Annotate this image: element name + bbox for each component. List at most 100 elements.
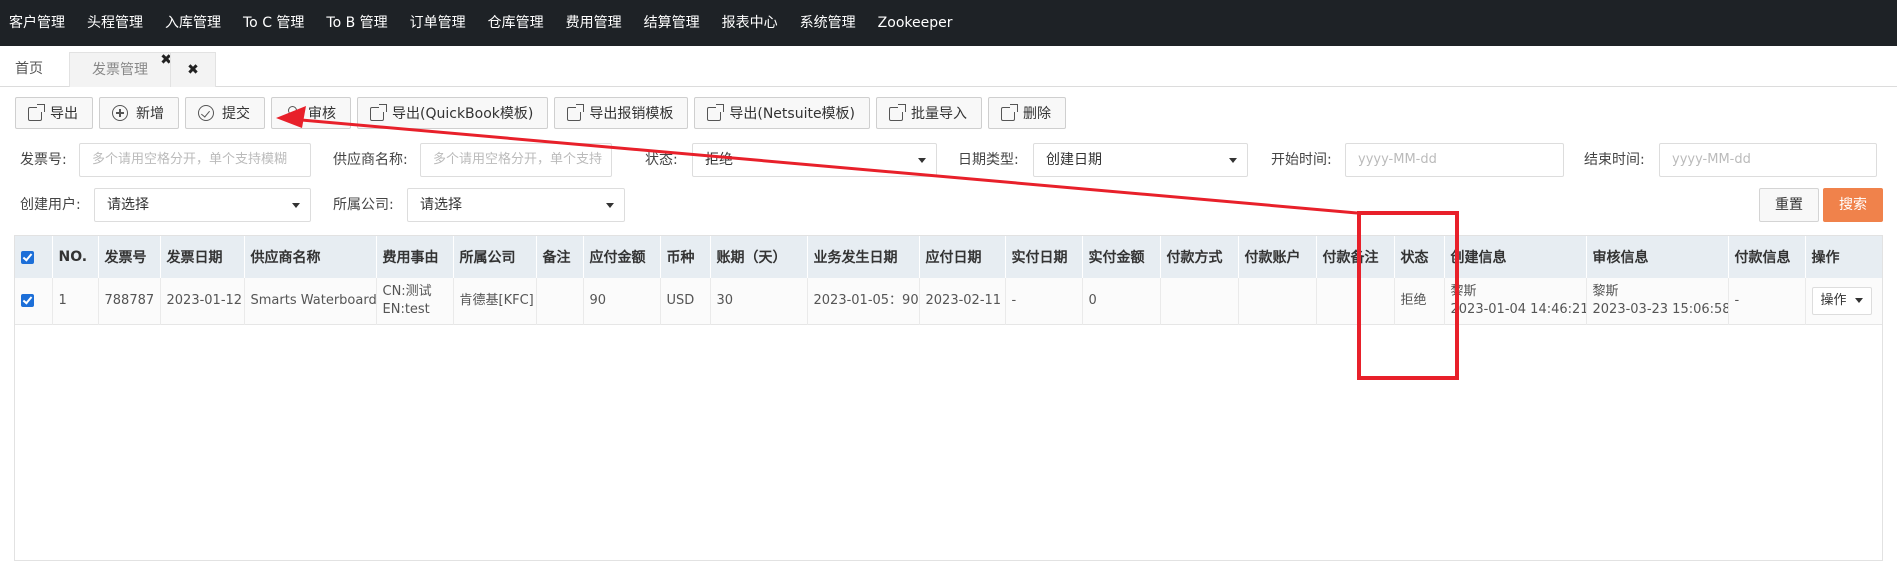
creator-label: 创建用户:	[20, 197, 81, 213]
date-type-label: 日期类型:	[958, 152, 1019, 168]
export-reimburse-label: 导出报销模板	[589, 106, 674, 122]
cell-biz-date: 2023-01-05：90	[807, 278, 920, 324]
cell-payable: 90	[583, 278, 661, 324]
supplier-label: 供应商名称:	[333, 152, 408, 168]
col-header: 付款账户	[1238, 236, 1317, 278]
cell-status: 拒绝	[1394, 278, 1445, 324]
col-header: 付款信息	[1728, 236, 1806, 278]
nav-zookeeper[interactable]: Zookeeper	[868, 0, 965, 46]
submit-button[interactable]: 提交	[185, 97, 265, 129]
col-header: 操作	[1805, 236, 1882, 278]
company-select[interactable]: 请选择	[407, 188, 625, 222]
start-time-input[interactable]: yyyy-MM-dd	[1345, 143, 1564, 177]
cell-pay-remark	[1316, 278, 1395, 324]
close-all-tabs-icon[interactable]: ✖	[170, 52, 216, 87]
cell-invoice-no: 788787	[98, 278, 161, 324]
cell-no: 1	[52, 278, 99, 324]
tab-invoice-management[interactable]: 发票管理 ✖	[69, 52, 172, 87]
status-select[interactable]: 拒绝	[692, 143, 937, 177]
chevron-down-icon	[1229, 158, 1237, 163]
select-all-checkbox[interactable]	[15, 236, 53, 278]
cell-pay-info: -	[1728, 278, 1806, 324]
col-header: 发票号	[98, 236, 161, 278]
cell-company: 肯德基[KFC]	[453, 278, 537, 324]
status-label: 状态:	[645, 152, 678, 168]
chevron-down-icon	[1854, 297, 1863, 303]
chevron-down-icon	[292, 203, 300, 208]
export-reimburse-button[interactable]: 导出报销模板	[554, 97, 689, 129]
col-header: 账期（天）	[710, 236, 808, 278]
cell-remark	[536, 278, 584, 324]
nav-fees[interactable]: 费用管理	[556, 0, 634, 46]
nav-orders[interactable]: 订单管理	[400, 0, 478, 46]
col-header: 币种	[660, 236, 711, 278]
export-quickbook-button[interactable]: 导出(QuickBook模板)	[357, 97, 549, 129]
nav-inbound[interactable]: 入库管理	[155, 0, 233, 46]
audit-button[interactable]: 审核	[271, 97, 351, 129]
audit-time: 2023-03-23 15:06:58	[1592, 301, 1728, 317]
tab-bar: 首页 发票管理 ✖ ✖	[0, 46, 1897, 87]
end-time-label: 结束时间:	[1584, 152, 1645, 168]
add-label: 新增	[136, 106, 164, 122]
date-type-select[interactable]: 创建日期	[1033, 143, 1248, 177]
nav-tob[interactable]: To B 管理	[316, 0, 399, 46]
cell-creator-info: 黎斯 2023-01-04 14:46:21	[1444, 278, 1587, 324]
col-header: 创建信息	[1444, 236, 1587, 278]
cell-pay-account	[1238, 278, 1317, 324]
col-header: 应付金额	[583, 236, 661, 278]
export-label: 导出	[50, 106, 78, 122]
tab-home[interactable]: 首页	[15, 52, 43, 86]
col-header: 状态	[1394, 236, 1445, 278]
delete-button[interactable]: 删除	[988, 97, 1067, 129]
company-label: 所属公司:	[333, 197, 394, 213]
delete-label: 删除	[1023, 106, 1052, 122]
toolbar: 导出 新增 提交 审核 导出(QuickBook模板) 导出报销模板 导出(Ne…	[15, 97, 1067, 131]
export-netsuite-button[interactable]: 导出(Netsuite模板)	[694, 97, 871, 129]
import-icon	[889, 103, 907, 121]
col-header: 付款方式	[1160, 236, 1239, 278]
supplier-input[interactable]: 多个请用空格分开，单个支持	[420, 143, 612, 177]
company-select-value: 请选择	[420, 197, 462, 213]
reason-en: EN:test	[382, 301, 430, 317]
nav-reports[interactable]: 报表中心	[712, 0, 790, 46]
row-checkbox[interactable]	[15, 278, 53, 324]
cell-due-date: 2023-02-11	[919, 278, 1006, 324]
invoice-no-label: 发票号:	[20, 152, 67, 168]
nav-first-leg[interactable]: 头程管理	[77, 0, 155, 46]
audit-label: 审核	[308, 106, 336, 122]
nav-toc[interactable]: To C 管理	[233, 0, 316, 46]
batch-import-button[interactable]: 批量导入	[876, 97, 983, 129]
col-header: 业务发生日期	[807, 236, 920, 278]
checkbox-checked-icon	[21, 293, 34, 307]
invoice-no-input[interactable]: 多个请用空格分开，单个支持模糊	[79, 143, 311, 177]
submit-label: 提交	[222, 106, 250, 122]
table-row[interactable]: 1 788787 2023-01-12 Smarts Waterboard CN…	[15, 278, 1882, 324]
cell-paid-date: -	[1005, 278, 1083, 324]
export-icon	[567, 103, 585, 121]
export-button[interactable]: 导出	[15, 97, 93, 129]
add-button[interactable]: 新增	[99, 97, 179, 129]
end-time-input[interactable]: yyyy-MM-dd	[1659, 143, 1877, 177]
reset-button[interactable]: 重置	[1759, 188, 1819, 222]
nav-customer[interactable]: 客户管理	[0, 0, 77, 46]
nav-warehouse[interactable]: 仓库管理	[478, 0, 556, 46]
col-header: 审核信息	[1586, 236, 1729, 278]
export-icon	[707, 103, 725, 121]
table-header-row: NO. 发票号 发票日期 供应商名称 费用事由 所属公司 备注 应付金额 币种 …	[15, 236, 1882, 278]
cell-audit-info: 黎斯 2023-03-23 15:06:58	[1586, 278, 1729, 324]
cell-action: 操作	[1805, 278, 1882, 324]
export-icon	[370, 103, 387, 121]
cell-term: 30	[710, 278, 808, 324]
chevron-down-icon	[606, 203, 614, 208]
start-time-label: 开始时间:	[1271, 152, 1332, 168]
nav-system[interactable]: 系统管理	[790, 0, 868, 46]
row-action-dropdown[interactable]: 操作	[1811, 286, 1872, 315]
creator-select[interactable]: 请选择	[94, 188, 311, 222]
nav-settlement[interactable]: 结算管理	[634, 0, 712, 46]
search-button[interactable]: 搜索	[1823, 188, 1883, 222]
export-quickbook-label: 导出(QuickBook模板)	[392, 106, 534, 122]
user-icon	[284, 105, 300, 121]
creator-select-value: 请选择	[107, 197, 149, 213]
export-icon	[28, 103, 45, 121]
creator-name: 黎斯	[1450, 283, 1477, 299]
